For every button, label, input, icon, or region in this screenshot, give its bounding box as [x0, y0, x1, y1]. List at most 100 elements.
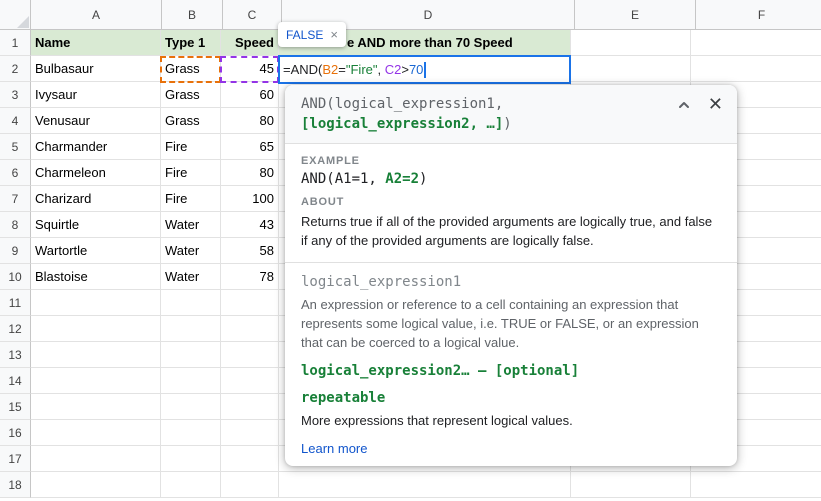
cell-B5[interactable]: Fire	[161, 134, 221, 160]
row-header-12[interactable]: 12	[0, 316, 31, 342]
cell-B18[interactable]	[161, 472, 221, 498]
cell-B13[interactable]	[161, 342, 221, 368]
row-header-16[interactable]: 16	[0, 420, 31, 446]
cell-C9[interactable]: 58	[221, 238, 279, 264]
cell-C11[interactable]	[221, 290, 279, 316]
row-header-4[interactable]: 4	[0, 108, 31, 134]
cell-B9[interactable]: Water	[161, 238, 221, 264]
row-header-13[interactable]: 13	[0, 342, 31, 368]
cell-A3[interactable]: Ivysaur	[31, 82, 161, 108]
cell-C10[interactable]: 78	[221, 264, 279, 290]
help-body: EXAMPLE AND(A1=1, A2=2) ABOUT Returns tr…	[285, 144, 737, 250]
row-header-10[interactable]: 10	[0, 264, 31, 290]
row-header-1[interactable]: 1	[0, 30, 31, 56]
row-header-5[interactable]: 5	[0, 134, 31, 160]
example-code-pre: AND(A1=1,	[301, 171, 386, 187]
cell-A9[interactable]: Wartortle	[31, 238, 161, 264]
cell-A11[interactable]	[31, 290, 161, 316]
cell-B10[interactable]: Water	[161, 264, 221, 290]
example-code-highlight: A2=2	[385, 171, 420, 187]
cell-A5[interactable]: Charmander	[31, 134, 161, 160]
formula-token-operator: =	[338, 62, 346, 77]
cell-E18[interactable]	[571, 472, 691, 498]
cell-C6[interactable]: 80	[221, 160, 279, 186]
sheet-row-1: 1 Name Type 1 Speed e AND more than 70 S…	[0, 30, 821, 56]
column-header-a[interactable]: A	[31, 0, 162, 30]
row-header-11[interactable]: 11	[0, 290, 31, 316]
cell-F2[interactable]	[691, 56, 821, 82]
function-signature-header: AND(logical_expression1, [logical_expres…	[285, 85, 737, 144]
cell-C3[interactable]: 60	[221, 82, 279, 108]
cell-A7[interactable]: Charizard	[31, 186, 161, 212]
row-header-14[interactable]: 14	[0, 368, 31, 394]
cell-F18[interactable]	[691, 472, 821, 498]
column-header-c[interactable]: C	[223, 0, 282, 30]
column-header-f[interactable]: F	[696, 0, 821, 30]
row-header-2[interactable]: 2	[0, 56, 31, 82]
collapse-chevron-up-icon[interactable]	[676, 97, 692, 113]
cell-A8[interactable]: Squirtle	[31, 212, 161, 238]
cell-B17[interactable]	[161, 446, 221, 472]
cell-B14[interactable]	[161, 368, 221, 394]
learn-more-link[interactable]: Learn more	[301, 441, 367, 456]
row-header-8[interactable]: 8	[0, 212, 31, 238]
cell-A15[interactable]	[31, 394, 161, 420]
cell-B1[interactable]: Type 1	[161, 30, 221, 56]
formula-token-number: 70	[408, 62, 424, 77]
row-header-9[interactable]: 9	[0, 238, 31, 264]
spreadsheet: A B C D E F 1 Name Type 1 Speed e AND mo…	[0, 0, 821, 501]
row-header-3[interactable]: 3	[0, 82, 31, 108]
row-header-15[interactable]: 15	[0, 394, 31, 420]
column-header-b[interactable]: B	[162, 0, 223, 30]
column-header-row: A B C D E F	[0, 0, 821, 30]
cell-A16[interactable]	[31, 420, 161, 446]
cell-A2[interactable]: Bulbasaur	[31, 56, 161, 82]
cell-B11[interactable]	[161, 290, 221, 316]
cell-B4[interactable]: Grass	[161, 108, 221, 134]
cell-F1[interactable]	[691, 30, 821, 56]
cell-A18[interactable]	[31, 472, 161, 498]
cell-B6[interactable]: Fire	[161, 160, 221, 186]
cell-C7[interactable]: 100	[221, 186, 279, 212]
cell-B15[interactable]	[161, 394, 221, 420]
column-header-e[interactable]: E	[575, 0, 696, 30]
formula-result-value: FALSE	[286, 27, 324, 42]
cell-A10[interactable]: Blastoise	[31, 264, 161, 290]
cell-A1[interactable]: Name	[31, 30, 161, 56]
row-header-6[interactable]: 6	[0, 160, 31, 186]
cell-A13[interactable]	[31, 342, 161, 368]
close-icon[interactable]: ✕	[708, 96, 723, 114]
cell-D18[interactable]	[279, 472, 571, 498]
cell-C16[interactable]	[221, 420, 279, 446]
cell-A14[interactable]	[31, 368, 161, 394]
chip-close-icon[interactable]: ×	[330, 27, 338, 42]
cell-B8[interactable]: Water	[161, 212, 221, 238]
cell-C13[interactable]	[221, 342, 279, 368]
cell-C14[interactable]	[221, 368, 279, 394]
cell-C18[interactable]	[221, 472, 279, 498]
cell-E2[interactable]	[571, 56, 691, 82]
example-label: EXAMPLE	[301, 155, 360, 167]
row-header-7[interactable]: 7	[0, 186, 31, 212]
row-header-18[interactable]: 18	[0, 472, 31, 498]
cell-C5[interactable]: 65	[221, 134, 279, 160]
cell-B3[interactable]: Grass	[161, 82, 221, 108]
cell-A17[interactable]	[31, 446, 161, 472]
cell-B7[interactable]: Fire	[161, 186, 221, 212]
cell-C12[interactable]	[221, 316, 279, 342]
cell-C1[interactable]: Speed	[221, 30, 279, 56]
cell-A6[interactable]: Charmeleon	[31, 160, 161, 186]
cell-C4[interactable]: 80	[221, 108, 279, 134]
cell-C17[interactable]	[221, 446, 279, 472]
select-all-corner[interactable]	[0, 0, 31, 30]
cell-C15[interactable]	[221, 394, 279, 420]
cell-B16[interactable]	[161, 420, 221, 446]
cell-A12[interactable]	[31, 316, 161, 342]
cell-C8[interactable]: 43	[221, 212, 279, 238]
cell-B12[interactable]	[161, 316, 221, 342]
row-header-17[interactable]: 17	[0, 446, 31, 472]
cell-A4[interactable]: Venusaur	[31, 108, 161, 134]
formula-editor[interactable]: =AND( B2 = "Fire" , C2 > 70	[278, 55, 571, 84]
about-label: ABOUT	[301, 196, 345, 208]
cell-E1[interactable]	[571, 30, 691, 56]
